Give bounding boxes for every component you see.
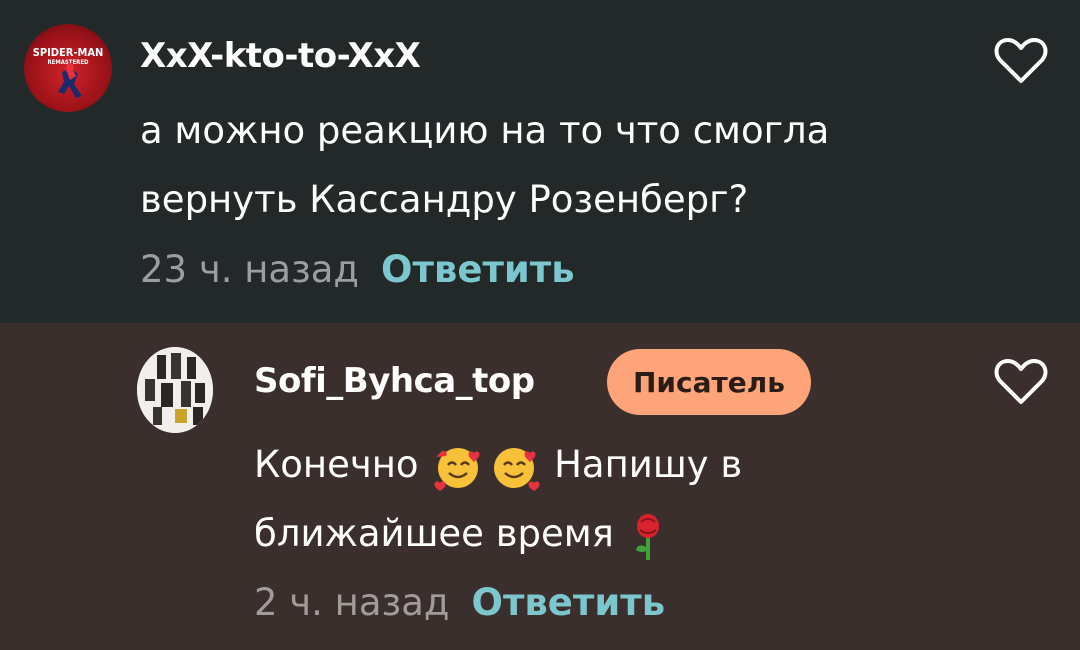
rose-icon [635, 513, 659, 560]
reply-button[interactable]: Ответить [471, 581, 665, 624]
writer-badge: Писатель [607, 349, 811, 415]
comment-meta: 23 ч. назад Ответить [140, 248, 575, 291]
username[interactable]: XxX-kto-to-XxX [140, 36, 421, 76]
comment-text-part: ближайшее время [254, 512, 614, 555]
comment-text-part: Конечно [254, 443, 419, 486]
comment-text-line: вернуть Кассандру Розенберг? [140, 178, 749, 221]
heart-icon[interactable] [994, 357, 1048, 407]
comment-text-part: Напишу в [554, 443, 743, 486]
comment-text: Конечно Напишу в ближайшее время [254, 430, 742, 568]
timestamp: 2 ч. назад [254, 581, 450, 624]
avatar[interactable] [137, 347, 213, 433]
timestamp: 23 ч. назад [140, 248, 360, 291]
avatar[interactable]: SPIDER-MAN REMASTERED [24, 24, 112, 112]
spider-figure-icon [58, 63, 82, 98]
comment: Sofi_Byhca_top Писатель Конечно Напишу в… [0, 323, 1080, 650]
avatar-collage-icon [137, 347, 213, 433]
comment-text-line: Конечно Напишу в [254, 430, 742, 499]
comment-text: а можно реакцию на то что смогла вернуть… [140, 96, 829, 234]
username[interactable]: Sofi_Byhca_top [254, 361, 535, 401]
smiling-face-with-hearts-icon [434, 447, 480, 491]
comment-text-line: ближайшее время [254, 499, 742, 568]
comment-meta: 2 ч. назад Ответить [254, 581, 665, 624]
heart-icon[interactable] [994, 36, 1048, 86]
comment-text-line: а можно реакцию на то что смогла [140, 109, 830, 152]
smiling-face-with-hearts-icon [494, 447, 540, 491]
comment: SPIDER-MAN REMASTERED XxX-kto-to-XxX а м… [0, 0, 1080, 323]
reply-button[interactable]: Ответить [381, 248, 575, 291]
